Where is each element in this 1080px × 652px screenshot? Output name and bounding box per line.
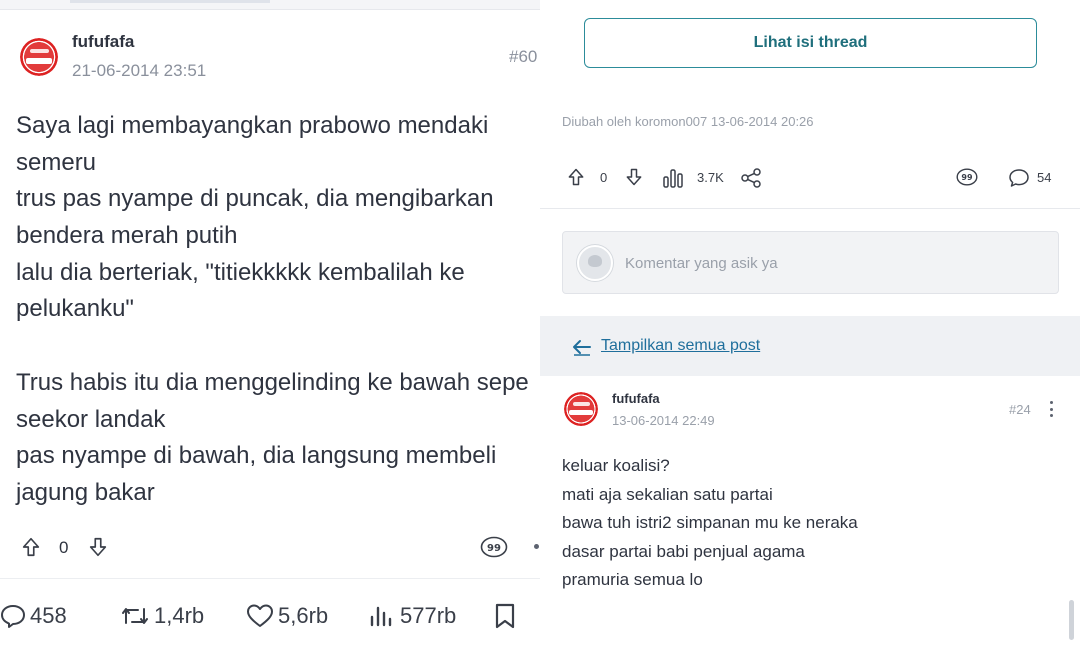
post-line: semeru [16,148,97,176]
upvote-icon[interactable] [20,536,42,558]
more-icon[interactable] [534,544,539,549]
share-icon[interactable] [740,167,762,189]
show-all-posts-link[interactable]: Tampilkan semua post [601,337,760,355]
post-header: fufufafa 21-06-2014 23:51 #60 [0,18,540,88]
comment-icon[interactable] [1008,167,1030,189]
views-count: 3.7K [697,170,724,185]
likes-count: 5,6rb [278,603,329,628]
replies-stat[interactable]: 458 [0,592,67,640]
comment-composer[interactable] [562,231,1059,294]
comment-input[interactable] [625,252,1045,274]
post-body: keluar koalisi? mati aja sekalian satu p… [562,452,1062,595]
downvote-icon[interactable] [624,167,644,187]
views-icon [370,606,392,627]
quote-icon[interactable]: 99 [956,168,978,186]
repost-icon [122,608,148,624]
show-all-posts-bar[interactable]: Tampilkan semua post [540,316,1080,376]
thread-actions: 0 3.7K 99 54 [562,164,1062,192]
post-body: Saya lagi membayangkan prabowo mendaki s… [16,108,540,512]
post-line: dasar partai babi penjual agama [562,541,805,561]
replies-count: 458 [30,603,67,628]
divider [0,578,540,579]
post-actions: 0 99 [20,532,540,562]
vote-count: 0 [59,538,69,557]
post-line: keluar koalisi? [562,456,670,475]
right-screenshot-panel: Lihat isi thread Diubah oleh koromon007 … [540,0,1080,652]
upvote-icon[interactable] [566,167,586,187]
post-line: mati aja sekalian satu partai [562,484,773,504]
divider [540,208,1080,209]
scrollbar[interactable] [1069,600,1074,640]
likes-stat[interactable]: 5,6rb [246,592,328,640]
reposts-stat[interactable]: 1,4rb [120,592,204,640]
quote-label: 99 [487,543,501,554]
quote-icon[interactable]: 99 [480,536,508,558]
post-number[interactable]: #60 [509,47,537,67]
post-line [16,328,540,365]
post-line: pelukanku" [16,295,134,323]
view-thread-button[interactable]: Lihat isi thread [584,18,1037,68]
post-line: Trus habis itu dia menggelinding ke bawa… [16,368,529,396]
post-line: bendera merah putih [16,222,238,250]
post-line: pas nyampe di bawah, dia langsung membel… [16,442,497,470]
post-line: Saya lagi membayangkan prabowo mendaki [16,112,489,139]
vote-count: 0 [600,170,608,185]
tweet-stats-bar: 458 1,4rb 5,6rb 577rb [0,592,540,640]
previous-post-edge [0,0,540,10]
left-screenshot-panel: fufufafa 21-06-2014 23:51 #60 Saya lagi … [0,0,540,652]
avatar[interactable] [564,392,598,426]
views-stat[interactable]: 577rb [368,592,456,640]
post-line: trus pas nyampe di puncak, dia mengibark… [16,185,494,213]
downvote-icon[interactable] [87,536,109,558]
post-line: pramuria semua lo [562,570,703,590]
current-user-avatar [577,245,613,281]
bookmark-icon [495,603,515,629]
comments-count: 54 [1037,170,1052,185]
post-line: jagung bakar [16,478,155,506]
kebab-menu-icon[interactable] [1048,400,1056,418]
back-arrow-icon [573,340,591,356]
reposts-count: 1,4rb [154,603,205,628]
post-timestamp: 13-06-2014 22:49 [612,413,715,428]
avatar[interactable] [20,38,58,76]
username[interactable]: fufufafa [72,32,134,52]
post-timestamp: 21-06-2014 23:51 [72,61,207,80]
reply-icon [1,605,25,628]
post-line: lalu dia berteriak, "titiekkkkk kembalil… [16,258,465,286]
username[interactable]: fufufafa [612,391,660,406]
views-icon [663,169,683,188]
bookmark-button[interactable] [492,592,522,640]
heart-icon [247,604,273,627]
post-number[interactable]: #24 [1009,402,1031,417]
edited-note: Diubah oleh koromon007 13-06-2014 20:26 [562,114,814,129]
views-count: 577rb [400,603,457,628]
quote-label: 99 [961,173,973,182]
post-line: bawa tuh istri2 simpanan mu ke neraka [562,513,858,533]
post-line: seekor landak [16,405,166,433]
